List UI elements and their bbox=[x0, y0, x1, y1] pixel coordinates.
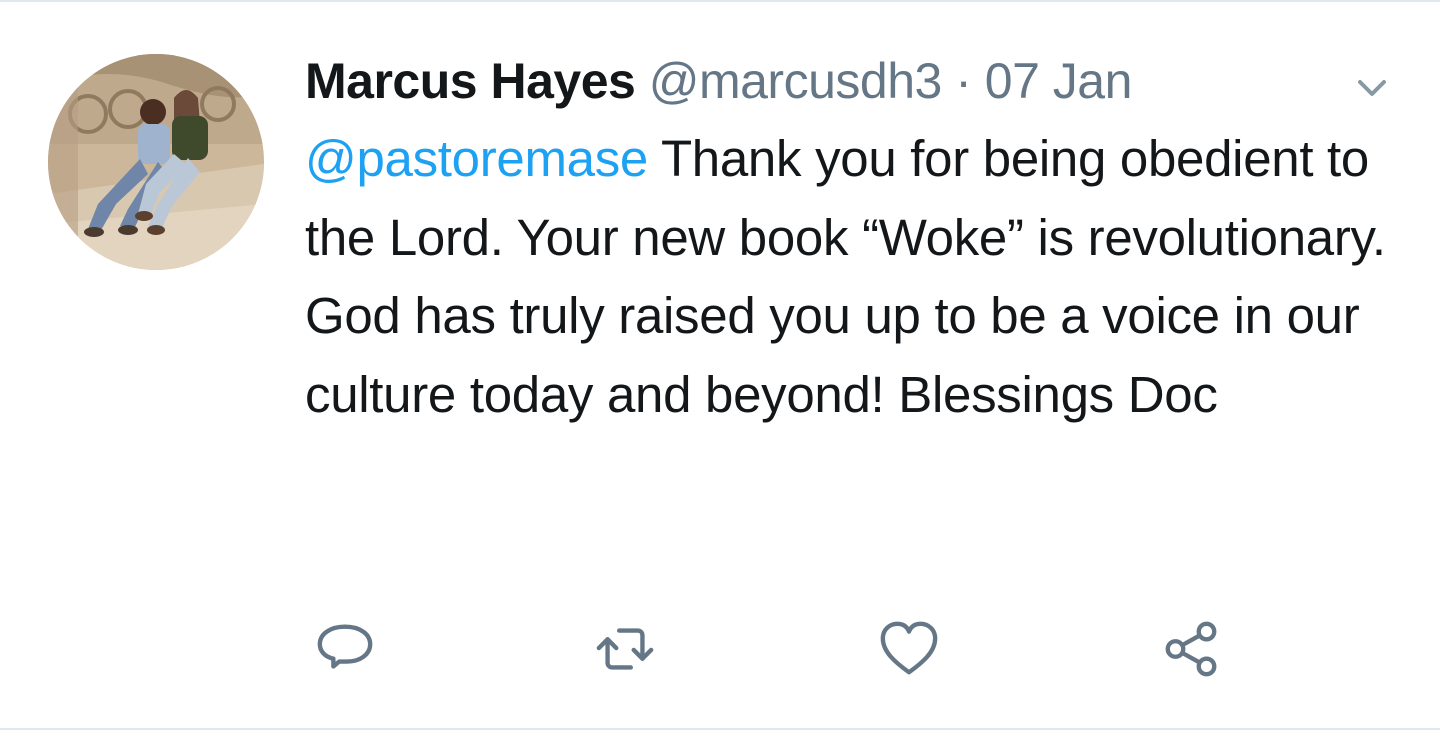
retweet-icon bbox=[596, 628, 654, 670]
tweet-text: @pastoremase Thank you for being obedien… bbox=[305, 120, 1395, 434]
tweet-date[interactable]: 07 Jan bbox=[985, 53, 1133, 109]
tweet-card[interactable]: Marcus Hayes @marcusdh3 · 07 Jan @pastor… bbox=[0, 0, 1440, 730]
header-separator: · bbox=[955, 53, 972, 109]
avatar[interactable] bbox=[48, 54, 264, 270]
share-icon bbox=[1165, 621, 1217, 677]
avatar-photo bbox=[48, 54, 264, 270]
heart-icon bbox=[880, 621, 938, 675]
like-button[interactable] bbox=[876, 616, 942, 682]
chevron-down-icon[interactable] bbox=[1350, 74, 1394, 104]
author-name[interactable]: Marcus Hayes bbox=[305, 53, 636, 109]
author-handle[interactable]: @marcusdh3 bbox=[649, 53, 943, 109]
share-button[interactable] bbox=[1158, 616, 1224, 682]
mention-link[interactable]: @pastoremase bbox=[305, 130, 648, 187]
reply-icon bbox=[317, 624, 373, 669]
tweet-header: Marcus Hayes @marcusdh3 · 07 Jan bbox=[305, 42, 1395, 120]
tweet-actions bbox=[0, 616, 1440, 686]
reply-button[interactable] bbox=[312, 616, 378, 682]
tweet-content: Marcus Hayes @marcusdh3 · 07 Jan @pastor… bbox=[305, 42, 1395, 434]
retweet-button[interactable] bbox=[592, 616, 658, 682]
